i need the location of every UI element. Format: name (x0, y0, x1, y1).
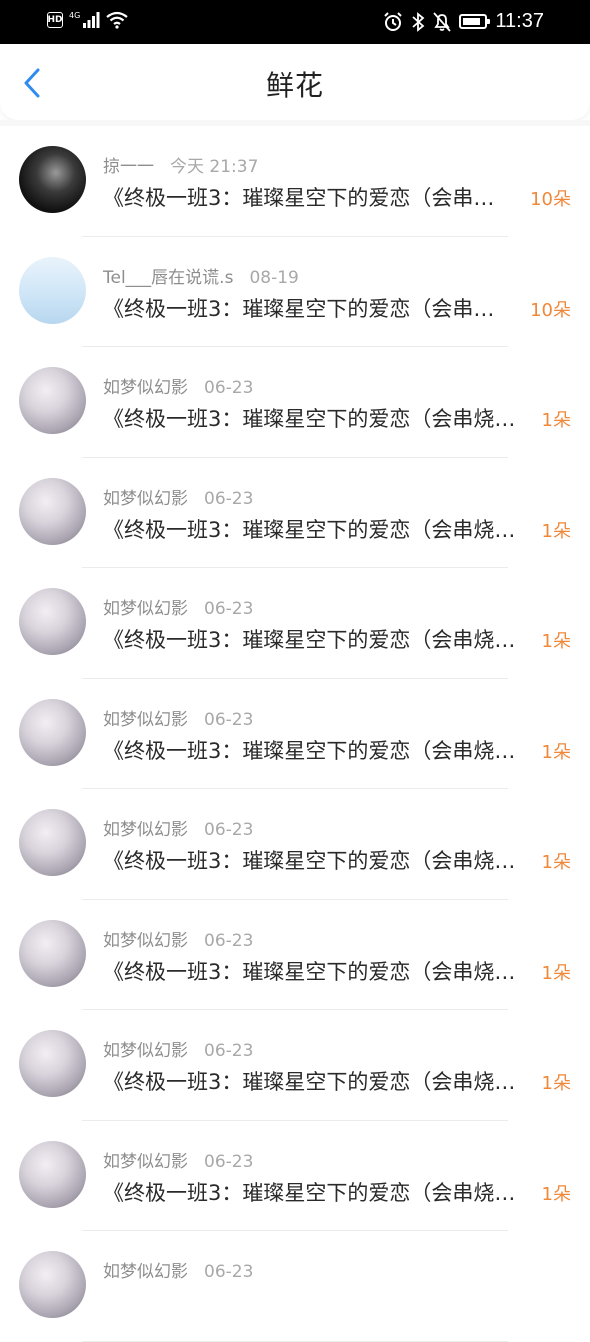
status-bar: HD 4G 11:37 (0, 0, 590, 44)
status-left: HD 4G (47, 11, 128, 29)
avatar[interactable] (19, 809, 86, 876)
avatar[interactable] (19, 1251, 86, 1318)
sent-date: 06-23 (204, 599, 254, 619)
sender-name: 掠一一 (103, 157, 154, 177)
flower-count: 1朵 (541, 741, 571, 763)
work-title: 《终极一班3：璀璨星空下的爱恋（会串烧… (103, 849, 516, 873)
avatar[interactable] (19, 256, 86, 324)
sent-date: 06-23 (204, 820, 254, 840)
work-title: 《终极一班3：璀璨星空下的爱恋（会串… (103, 296, 495, 321)
work-title: 《终极一班3：璀璨星空下的爱恋（会串烧… (103, 1180, 516, 1205)
sender-line: 如梦似幻影 06-23 (103, 926, 253, 951)
avatar[interactable] (19, 588, 86, 655)
hd-icon: HD (47, 12, 63, 28)
sent-date: 06-23 (204, 1151, 254, 1172)
alarm-icon (384, 11, 403, 31)
work-title: 《终极一班3：璀璨星空下的爱恋（会串烧… (103, 628, 516, 652)
avatar[interactable] (19, 1140, 86, 1208)
flower-count: 1朵 (541, 631, 571, 652)
wifi-icon (106, 11, 128, 29)
sent-date: 今天 21:37 (170, 157, 259, 177)
avatar[interactable] (19, 367, 86, 434)
work-title: 《终极一班3：璀璨星空下的爱恋（会串烧… (103, 959, 516, 984)
sent-date: 06-23 (204, 1041, 254, 1061)
sender-line: 如梦似幻影 06-23 (103, 815, 253, 840)
sender-line: Tel___唇在说谎.s 08-19 (103, 263, 299, 288)
sent-date: 06-23 (204, 488, 254, 509)
work-title: 《终极一班3：璀璨星空下的爱恋（会串烧… (103, 738, 516, 763)
avatar[interactable] (19, 919, 86, 987)
battery-icon (459, 14, 491, 29)
mute-bell-icon (433, 11, 452, 32)
work-title: 《终极一班3：璀璨星空下的爱恋（会串… (103, 186, 495, 210)
list-item[interactable]: 如梦似幻影 06-23 《终极一班3：璀璨星空下的爱恋（会串烧… 1朵 (0, 789, 590, 900)
flower-count: 1朵 (541, 410, 571, 431)
clock: 11:37 (495, 10, 544, 32)
list-item[interactable]: 如梦似幻影 06-23 (0, 1231, 590, 1342)
sender-line: 如梦似幻影 06-23 (103, 594, 253, 619)
network-type-label: 4G (69, 10, 81, 20)
avatar[interactable] (19, 477, 86, 545)
sender-name: 如梦似幻影 (103, 930, 188, 951)
sender-line: 掠一一 今天 21:37 (103, 152, 258, 177)
flower-count: 1朵 (541, 852, 571, 873)
sent-date: 06-23 (204, 930, 254, 951)
sender-name: 如梦似幻影 (103, 1262, 188, 1282)
sender-name: 如梦似幻影 (103, 599, 188, 619)
sender-line: 如梦似幻影 06-23 (103, 1036, 253, 1061)
status-right: 11:37 (383, 10, 544, 33)
signal-icon (83, 12, 100, 28)
flower-count: 10朵 (530, 299, 571, 321)
list-item[interactable]: 如梦似幻影 06-23 《终极一班3：璀璨星空下的爱恋（会串烧… 1朵 (0, 899, 590, 1010)
sent-date: 06-23 (204, 1262, 254, 1282)
bluetooth-icon (412, 11, 425, 32)
sender-name: 如梦似幻影 (103, 1041, 188, 1061)
list-item[interactable]: 如梦似幻影 06-23 《终极一班3：璀璨星空下的爱恋（会串烧… 1朵 (0, 1120, 590, 1231)
flower-count: 1朵 (541, 520, 571, 542)
flower-count: 1朵 (541, 1073, 571, 1094)
sent-date: 06-23 (204, 709, 254, 730)
sender-name: 如梦似幻影 (103, 709, 188, 730)
sender-line: 如梦似幻影 06-23 (103, 373, 253, 398)
sender-line: 如梦似幻影 06-23 (103, 1257, 253, 1282)
list-item[interactable]: 如梦似幻影 06-23 《终极一班3：璀璨星空下的爱恋（会串烧… 1朵 (0, 678, 590, 789)
sender-name: Tel___唇在说谎.s (103, 267, 234, 288)
sender-line: 如梦似幻影 06-23 (103, 1147, 253, 1172)
page-title: 鲜花 (265, 69, 324, 102)
avatar[interactable] (19, 698, 86, 766)
avatar[interactable] (19, 146, 86, 213)
flower-count: 10朵 (530, 189, 571, 210)
sent-date: 08-19 (249, 267, 299, 288)
sender-name: 如梦似幻影 (103, 378, 188, 398)
flower-list: 掠一一 今天 21:37 《终极一班3：璀璨星空下的爱恋（会串… 10朵 Tel_… (0, 120, 590, 1342)
sender-line: 如梦似幻影 06-23 (103, 484, 253, 509)
nav-bar: 鲜花 (0, 44, 590, 120)
sender-name: 如梦似幻影 (103, 820, 188, 840)
list-item[interactable]: 如梦似幻影 06-23 《终极一班3：璀璨星空下的爱恋（会串烧… 1朵 (0, 568, 590, 679)
work-title: 《终极一班3：璀璨星空下的爱恋（会串烧… (103, 517, 516, 542)
avatar[interactable] (19, 1030, 86, 1097)
divider (82, 1340, 508, 1342)
list-item[interactable]: 如梦似幻影 06-23 《终极一班3：璀璨星空下的爱恋（会串烧… 1朵 (0, 1010, 590, 1121)
sender-name: 如梦似幻影 (103, 488, 188, 509)
flower-count: 1朵 (541, 1183, 571, 1205)
flower-count: 1朵 (541, 962, 571, 984)
sender-name: 如梦似幻影 (103, 1151, 188, 1172)
sender-line: 如梦似幻影 06-23 (103, 705, 253, 730)
list-item[interactable]: 掠一一 今天 21:37 《终极一班3：璀璨星空下的爱恋（会串… 10朵 (0, 126, 590, 237)
sent-date: 06-23 (204, 378, 254, 398)
list-item[interactable]: 如梦似幻影 06-23 《终极一班3：璀璨星空下的爱恋（会串烧… 1朵 (0, 347, 590, 458)
list-item[interactable]: Tel___唇在说谎.s 08-19 《终极一班3：璀璨星空下的爱恋（会串… 10… (0, 236, 590, 347)
work-title: 《终极一班3：璀璨星空下的爱恋（会串烧… (103, 407, 516, 431)
list-item[interactable]: 如梦似幻影 06-23 《终极一班3：璀璨星空下的爱恋（会串烧… 1朵 (0, 457, 590, 568)
work-title: 《终极一班3：璀璨星空下的爱恋（会串烧… (103, 1070, 516, 1094)
